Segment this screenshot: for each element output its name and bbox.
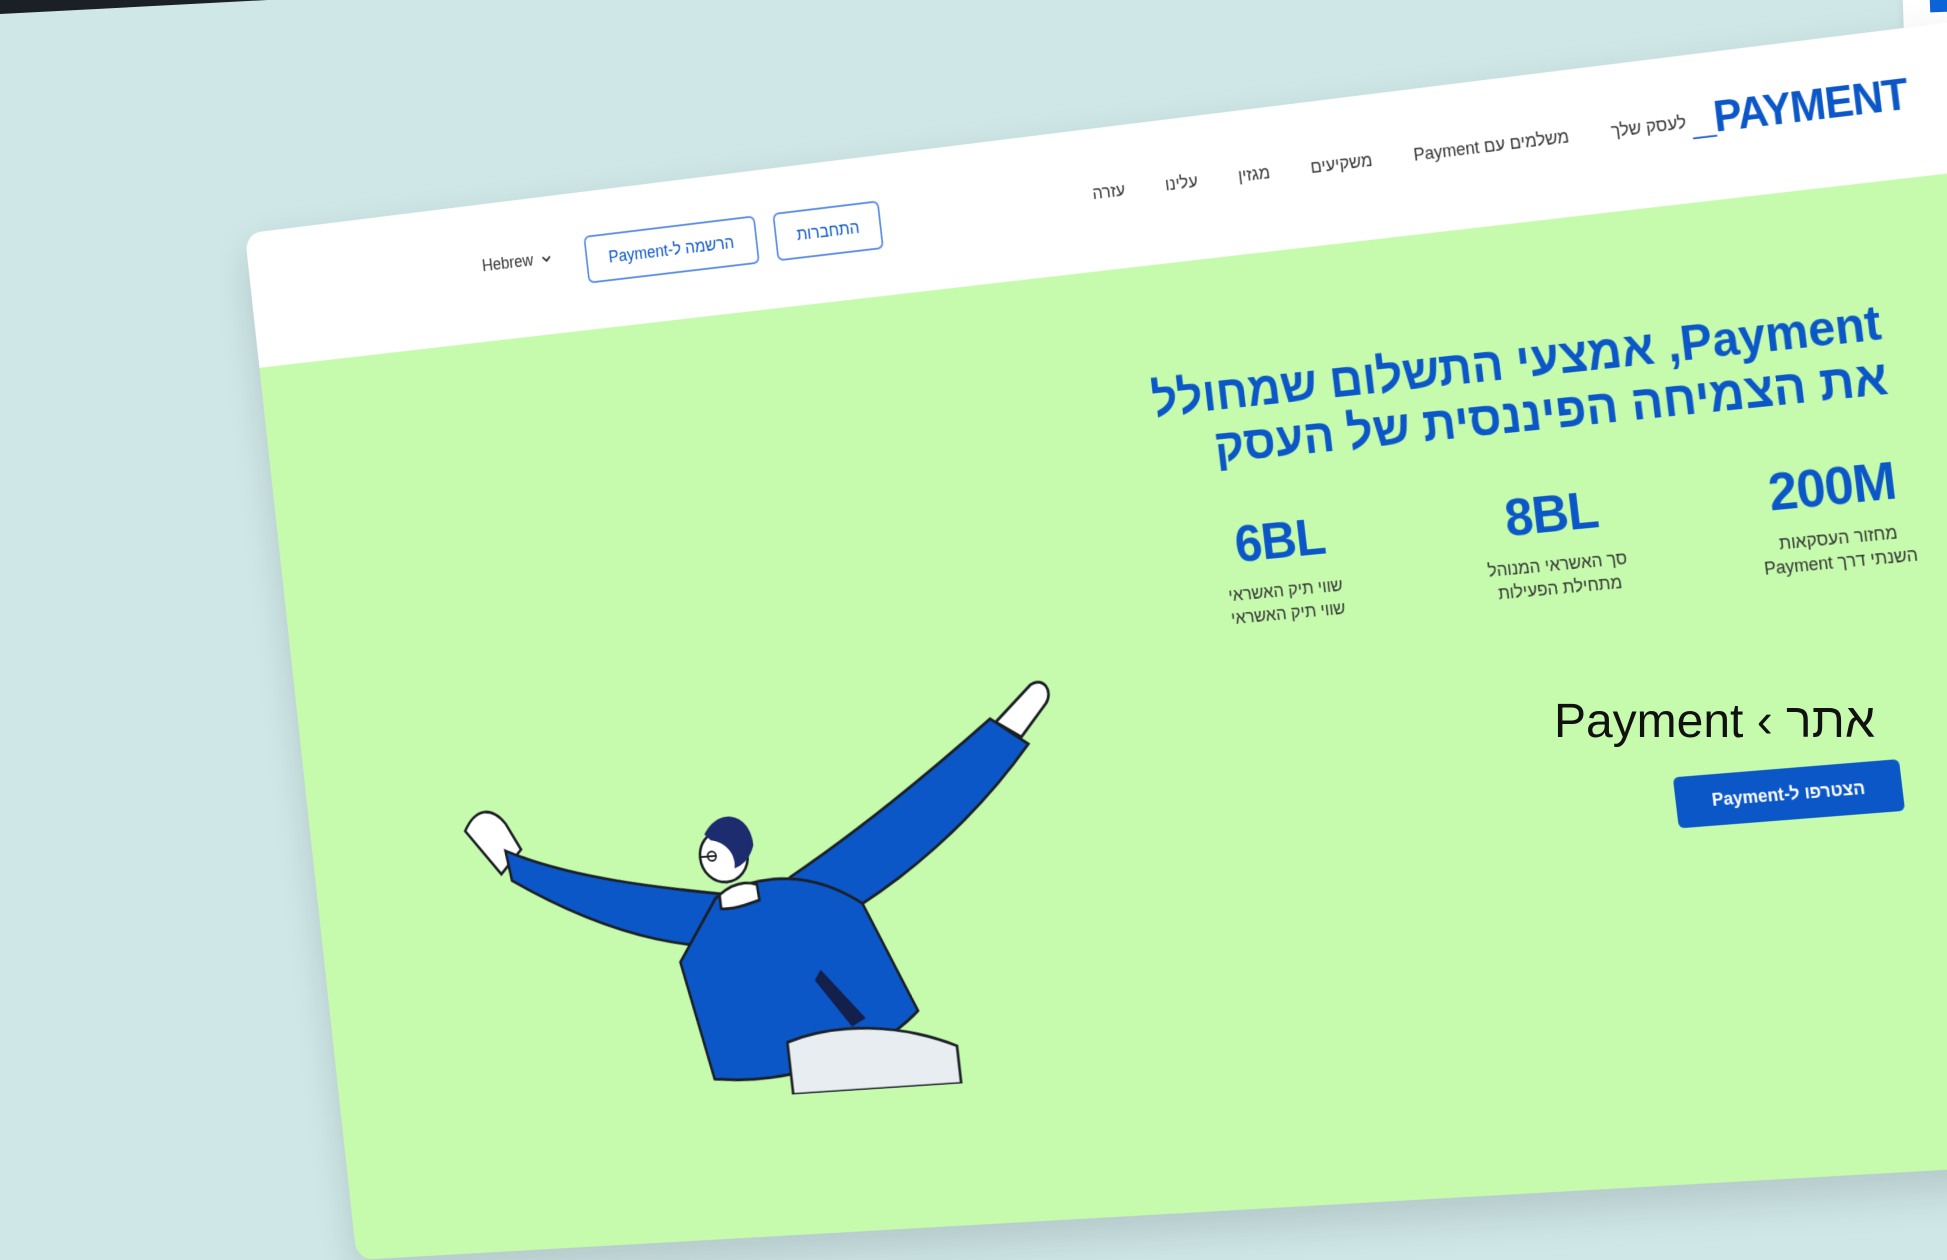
language-selector[interactable]: Hebrew	[481, 248, 552, 275]
stat-label: מחזור העסקאות השנתי דרך Payment	[1755, 518, 1925, 581]
chevron-down-icon	[541, 253, 552, 265]
stat-annual-volume: 200M מחזור העסקאות השנתי דרך Payment	[1746, 449, 1925, 581]
stat-value: 6BL	[1200, 504, 1361, 576]
register-button[interactable]: הרשמה ל-Payment	[583, 215, 760, 283]
payment-logo[interactable]: PAYMENT_	[1688, 70, 1910, 145]
hero-stats: 200M מחזור העסקאות השנתי דרך Payment 8BL…	[1200, 449, 1925, 632]
website-screenshot-frame: PAYMENT_ לעסק שלך משלמים עם Payment משקי…	[245, 20, 1947, 1260]
stat-credit-portfolio: 6BL שווי תיק האשראי שווי תיק האשראי	[1200, 504, 1367, 632]
stat-managed-credit: 8BL סך האשראי המנוהל מתחילת הפעילות	[1469, 477, 1642, 607]
person-flying-illustration	[445, 664, 1137, 1114]
join-payment-button[interactable]: הצטרפו ל-Payment	[1673, 759, 1905, 828]
nav-item-help[interactable]: עזרה	[1091, 180, 1126, 204]
stat-label: שווי תיק האשראי שווי תיק האשראי	[1207, 571, 1366, 631]
nav-item-about[interactable]: עלינו	[1164, 171, 1199, 195]
language-label: Hebrew	[481, 251, 534, 276]
stat-value: 200M	[1746, 449, 1918, 524]
website-screen: PAYMENT_ לעסק שלך משלמים עם Payment משקי…	[245, 20, 1947, 1260]
nav-item-your-business[interactable]: לעסק שלך	[1610, 113, 1687, 142]
main-navigation: לעסק שלך משלמים עם Payment משקיעים מגזין…	[1091, 113, 1687, 204]
nav-item-pay-with-payment[interactable]: משלמים עם Payment	[1412, 127, 1570, 166]
hero-title: Payment, אמצעי התשלום שמחולל את הצמיחה ה…	[1116, 295, 1891, 482]
nav-item-investors[interactable]: משקיעים	[1309, 150, 1373, 177]
right-background-accent	[1929, 0, 1947, 12]
stat-value: 8BL	[1469, 477, 1635, 551]
stat-label: סך האשראי המנוהל מתחילת הפעילות	[1477, 545, 1642, 607]
background-dark-strip	[0, 0, 1031, 15]
login-button[interactable]: התחברות	[772, 200, 884, 261]
nav-item-magazine[interactable]: מגזין	[1237, 163, 1271, 187]
image-caption: Payment ‹ אתר	[1554, 694, 1875, 749]
